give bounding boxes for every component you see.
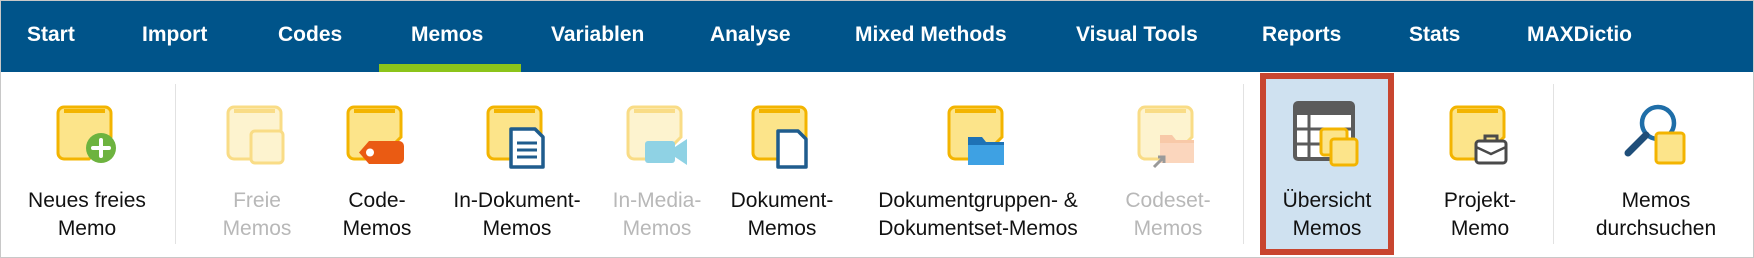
free-memos-button[interactable]: Freie Memos [197,72,317,257]
tab-stats[interactable]: Stats [1409,1,1460,72]
memo-overview-button[interactable]: Übersicht Memos [1260,73,1394,255]
tab-reports[interactable]: Reports [1262,1,1341,72]
codeset-memos-button[interactable]: Codeset- Memos [1108,72,1228,257]
search-memos-icon [1624,104,1686,165]
app-window: Start Import Codes Memos Variablen Analy… [0,0,1754,258]
button-label: Übersicht Memos [1282,189,1372,240]
tab-label: Analyse [710,23,791,46]
document-memos-button[interactable]: Dokument- Memos [717,72,847,257]
in-media-memo-icon [626,105,687,165]
document-group-memos-button[interactable]: Dokumentgruppen- & Dokumentset-Memos [863,72,1093,257]
tab-analyse[interactable]: Analyse [710,1,791,72]
tab-label: Import [142,23,208,46]
button-label: In-Media- Memos [612,189,702,240]
ribbon-divider [1553,84,1554,244]
tab-label: Memos [411,23,484,46]
tab-label: Visual Tools [1076,23,1198,46]
in-media-memos-button[interactable]: In-Media- Memos [597,72,717,257]
tab-label: Variablen [551,23,645,46]
button-label: Memos durchsuchen [1595,189,1717,240]
tab-variablen[interactable]: Variablen [551,1,644,72]
button-label: In-Dokument- Memos [453,189,581,240]
button-label: Neues freies Memo [28,189,146,240]
tab-memos[interactable]: Memos [379,1,521,72]
memo-plus-icon [56,105,116,163]
in-document-memo-icon [486,105,545,169]
codeset-memo-icon [1137,105,1194,169]
free-memos-icon [226,105,285,165]
tab-codes[interactable]: Codes [278,1,342,72]
button-label: Projekt- Memo [1443,189,1517,240]
in-document-memos-button[interactable]: In-Dokument- Memos [442,72,592,257]
tab-import[interactable]: Import [142,1,207,72]
project-memo-icon [1449,105,1508,165]
search-memos-button[interactable]: Memos durchsuchen [1581,72,1731,257]
document-group-memo-icon [947,105,1004,165]
tab-visual-tools[interactable]: Visual Tools [1076,1,1198,72]
tab-label: Reports [1262,23,1342,46]
button-label: Dokumentgruppen- & Dokumentset-Memos [878,189,1078,240]
ribbon-divider [1243,84,1244,244]
code-memos-button[interactable]: Code- Memos [317,72,437,257]
tab-mixed-methods[interactable]: Mixed Methods [855,1,1007,72]
tab-start[interactable]: Start [27,1,75,72]
button-label: Freie Memos [222,189,292,240]
tab-label: Start [27,23,75,46]
memo-overview-icon [1293,101,1359,167]
tab-label: Mixed Methods [855,23,1007,46]
button-label: Codeset- Memos [1125,189,1211,240]
tab-label: Codes [278,23,343,46]
tab-label: Stats [1409,23,1461,46]
document-memo-icon [751,105,808,169]
button-label: Code- Memos [342,189,412,240]
project-memo-button[interactable]: Projekt- Memo [1413,72,1547,257]
ribbon-divider [175,84,176,244]
tab-label: MAXDictio [1527,23,1632,46]
code-memo-icon [346,105,404,164]
menu-bar: Start Import Codes Memos Variablen Analy… [1,1,1753,72]
ribbon-toolbar: Neues freies Memo Freie Memos Code- Memo… [1,72,1753,257]
tab-maxdictio[interactable]: MAXDictio [1527,1,1632,72]
active-tab-indicator [379,64,521,72]
button-label: Dokument- Memos [730,189,834,240]
new-free-memo-button[interactable]: Neues freies Memo [15,72,159,257]
